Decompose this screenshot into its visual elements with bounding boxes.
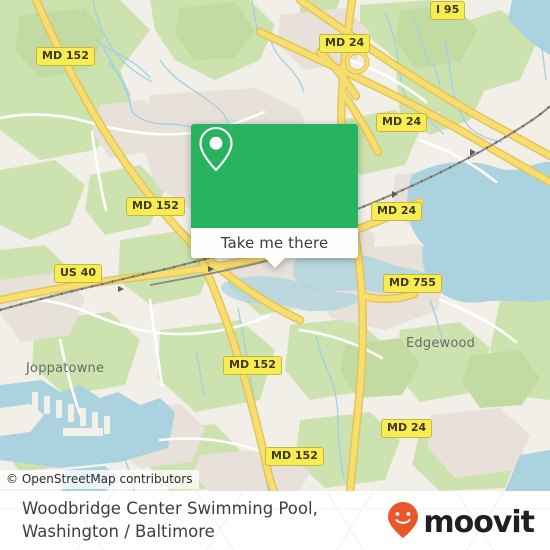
osm-attribution[interactable]: © OpenStreetMap contributors — [0, 470, 200, 489]
map-screenshot-page: MD 152 MD 24 I 95 MD 24 MD 152 MD 24 US … — [0, 0, 550, 550]
take-me-there-button[interactable]: Take me there — [191, 228, 358, 258]
place-label-joppatowne: Joppatowne — [26, 361, 105, 376]
card-pointer — [264, 258, 285, 268]
road-shield: US 40 — [54, 264, 102, 283]
moovit-pin-icon — [386, 501, 420, 544]
moovit-logo[interactable]: moovit — [386, 501, 535, 544]
road-shield: MD 152 — [36, 47, 95, 66]
card-icon-area — [191, 124, 358, 228]
moovit-wordmark: moovit — [423, 504, 535, 540]
page-title: Woodbridge Center Swimming Pool, Washing… — [22, 499, 318, 541]
road-shield: MD 24 — [376, 113, 428, 132]
road-shield: I 95 — [430, 1, 466, 20]
road-shield: MD 755 — [383, 274, 442, 293]
road-shield: MD 152 — [265, 447, 324, 466]
road-shield: MD 24 — [381, 419, 433, 438]
road-shield: MD 152 — [126, 197, 185, 216]
map-canvas[interactable]: MD 152 MD 24 I 95 MD 24 MD 152 MD 24 US … — [0, 0, 550, 491]
take-me-there-label: Take me there — [220, 234, 329, 252]
road-shield: MD 152 — [223, 356, 282, 375]
road-shield: MD 24 — [319, 34, 371, 53]
road-shield: MD 24 — [371, 202, 423, 221]
place-label-edgewood: Edgewood — [406, 336, 476, 351]
location-card[interactable]: Take me there — [191, 124, 358, 268]
footer-bar: Woodbridge Center Swimming Pool, Washing… — [0, 491, 550, 550]
